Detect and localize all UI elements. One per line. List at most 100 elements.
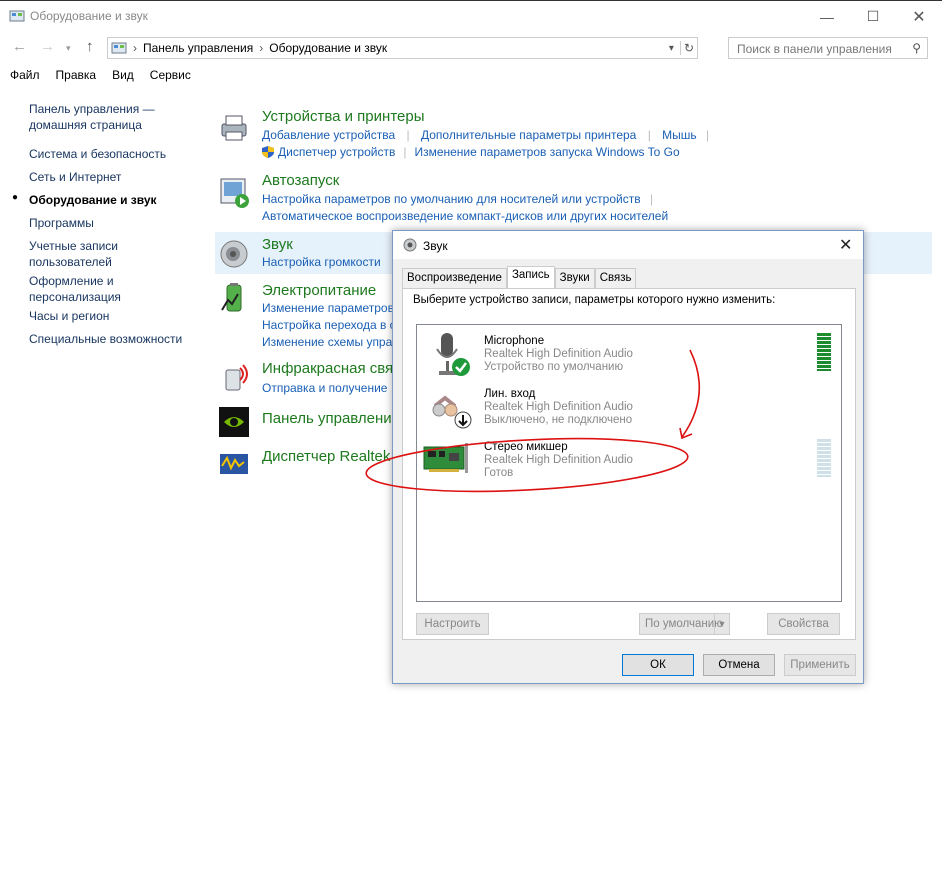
sidebar-item-security[interactable]: Система и безопасность [29, 146, 166, 162]
category-sound-title[interactable]: Звук [262, 236, 293, 253]
list-item-line-in[interactable]: Лин. вход Realtek High Definition Audio … [419, 382, 839, 432]
device-name: Стерео микшер [484, 441, 568, 453]
link-printer-settings[interactable]: Дополнительные параметры принтера [421, 128, 636, 142]
ok-button[interactable]: ОК [622, 654, 694, 676]
printer-icon [221, 115, 247, 141]
link-separator: | [403, 145, 407, 159]
menu-tools[interactable]: Сервис [150, 68, 191, 86]
instruction-text: Выберите устройство записи, параметры ко… [413, 294, 776, 306]
nvidia-icon [219, 407, 249, 437]
category-infrared-title[interactable]: Инфракрасная свя [262, 360, 393, 377]
category-realtek-title[interactable]: Диспетчер Realtek [262, 448, 390, 465]
autoplay-icon [220, 178, 249, 208]
configure-button[interactable]: Настроить [416, 613, 489, 635]
link-power-plan[interactable]: Изменение схемы упра [262, 335, 392, 349]
sidebar-item-programs[interactable]: Программы [29, 215, 94, 231]
category-autoplay-title[interactable]: Автозапуск [262, 172, 339, 189]
device-name: Microphone [484, 335, 545, 347]
breadcrumb-separator-icon: › [133, 41, 137, 55]
tab-recording[interactable]: Запись [506, 266, 555, 288]
sidebar-item-home[interactable]: Панель управления — домашняя страница [29, 101, 155, 133]
link-volume[interactable]: Настройка громкости [262, 255, 381, 269]
menu-view[interactable]: Вид [112, 68, 134, 86]
sidebar-item-network[interactable]: Сеть и Интернет [29, 169, 121, 185]
sidebar-item-label: персонализация [29, 290, 121, 304]
refresh-icon[interactable]: ↻ [679, 41, 697, 55]
link-add-device[interactable]: Добавление устройства [262, 128, 395, 142]
speaker-icon [403, 238, 417, 252]
menu-edit[interactable]: Правка [56, 68, 97, 86]
link-mouse[interactable]: Мышь [662, 128, 697, 142]
breadcrumb-item[interactable]: Панель управления [143, 41, 253, 55]
sidebar-item-clock[interactable]: Часы и регион [29, 308, 109, 324]
sidebar-item-hardware[interactable]: Оборудование и звук [29, 192, 157, 208]
sidebar-item-label: пользователей [29, 255, 112, 269]
breadcrumb-item[interactable]: Оборудование и звук [269, 41, 387, 55]
devices-links-row: Диспетчер устройств | Изменение параметр… [261, 145, 680, 159]
list-item-microphone[interactable]: Microphone Realtek High Definition Audio… [419, 329, 839, 379]
back-arrow-icon[interactable]: ← [12, 38, 27, 55]
list-item-stereo-mix[interactable]: Стерео микшер Realtek High Definition Au… [419, 435, 839, 485]
link-sleep-settings[interactable]: Настройка перехода в с [262, 318, 396, 332]
sidebar-item-accessibility[interactable]: Специальные возможности [29, 331, 182, 347]
tab-playback[interactable]: Воспроизведение [402, 268, 507, 288]
device-driver: Realtek High Definition Audio [484, 401, 633, 413]
window-title: Оборудование и звук [30, 9, 148, 23]
recent-chevron-icon[interactable]: ▾ [66, 43, 71, 54]
link-power-settings[interactable]: Изменение параметров [262, 301, 394, 315]
category-devices-title[interactable]: Устройства и принтеры [262, 108, 424, 125]
current-item-bullet-icon: ● [12, 192, 19, 203]
sidebar-item-label: Учетные записи [29, 239, 118, 253]
set-default-button[interactable]: По умолчанию ▼ [639, 613, 730, 635]
line-in-jack-icon [432, 395, 472, 429]
link-infrared[interactable]: Отправка и получение [262, 381, 387, 395]
device-status: Выключено, не подключено [484, 414, 633, 426]
apply-button[interactable]: Применить [784, 654, 856, 676]
sound-card-icon [423, 443, 468, 473]
control-panel-icon [9, 10, 25, 22]
sidebar-item-appearance[interactable]: Оформление и персонализация [29, 273, 121, 305]
category-nvidia-title[interactable]: Панель управлени [262, 410, 392, 427]
properties-button[interactable]: Свойства [767, 613, 840, 635]
device-list[interactable]: Microphone Realtek High Definition Audio… [416, 324, 842, 602]
devices-links-row: Добавление устройства | Дополнительные п… [262, 128, 715, 142]
sidebar-item-label: домашняя страница [29, 118, 142, 132]
address-bar[interactable]: › Панель управления › Оборудование и зву… [107, 37, 698, 59]
realtek-icon [220, 454, 248, 474]
address-dropdown-icon[interactable]: ▾ [669, 43, 674, 54]
maximize-button[interactable]: ☐ [850, 1, 896, 32]
device-status: Устройство по умолчанию [484, 361, 624, 373]
forward-arrow-icon[interactable]: → [40, 38, 55, 55]
tab-communications[interactable]: Связь [594, 268, 637, 288]
recording-panel: Выберите устройство записи, параметры ко… [402, 288, 856, 640]
level-meter [817, 333, 831, 371]
minimize-button[interactable]: — [804, 1, 850, 32]
link-autoplay-defaults[interactable]: Настройка параметров по умолчанию для но… [262, 192, 641, 206]
sidebar-item-accounts[interactable]: Учетные записи пользователей [29, 238, 118, 270]
control-panel-icon [111, 42, 127, 54]
breadcrumb-separator-icon: › [259, 41, 264, 55]
search-input[interactable]: Поиск в панели управления ⚲ [728, 37, 928, 59]
autoplay-links-row: Настройка параметров по умолчанию для но… [262, 192, 659, 206]
dialog-tabs: Воспроизведение Запись Звуки Связь [402, 266, 637, 288]
chevron-down-icon[interactable]: ▼ [714, 614, 729, 634]
close-button[interactable]: ✕ [896, 1, 942, 32]
menu-bar: Файл Правка Вид Сервис [0, 68, 197, 86]
menu-file[interactable]: Файл [10, 68, 40, 86]
sidebar-item-label: Оформление и [29, 274, 114, 288]
sound-dialog: Звук ✕ Воспроизведение Запись Звуки Связ… [392, 230, 864, 684]
battery-icon [221, 283, 242, 312]
search-icon[interactable]: ⚲ [912, 41, 921, 55]
link-separator: | [647, 128, 651, 142]
window-titlebar: Оборудование и звук — ☐ ✕ [0, 0, 942, 32]
category-power-title[interactable]: Электропитание [262, 282, 376, 299]
link-autoplay-cd[interactable]: Автоматическое воспроизведение компакт-д… [262, 209, 668, 223]
up-arrow-icon[interactable]: ↑ [86, 38, 94, 55]
speaker-icon [220, 240, 248, 268]
tab-sounds[interactable]: Звуки [554, 268, 595, 288]
level-meter [817, 439, 831, 477]
cancel-button[interactable]: Отмена [703, 654, 775, 676]
link-device-manager[interactable]: Диспетчер устройств [278, 145, 395, 159]
dialog-close-icon[interactable]: ✕ [839, 235, 852, 255]
link-windows-to-go[interactable]: Изменение параметров запуска Windows To … [414, 145, 679, 159]
